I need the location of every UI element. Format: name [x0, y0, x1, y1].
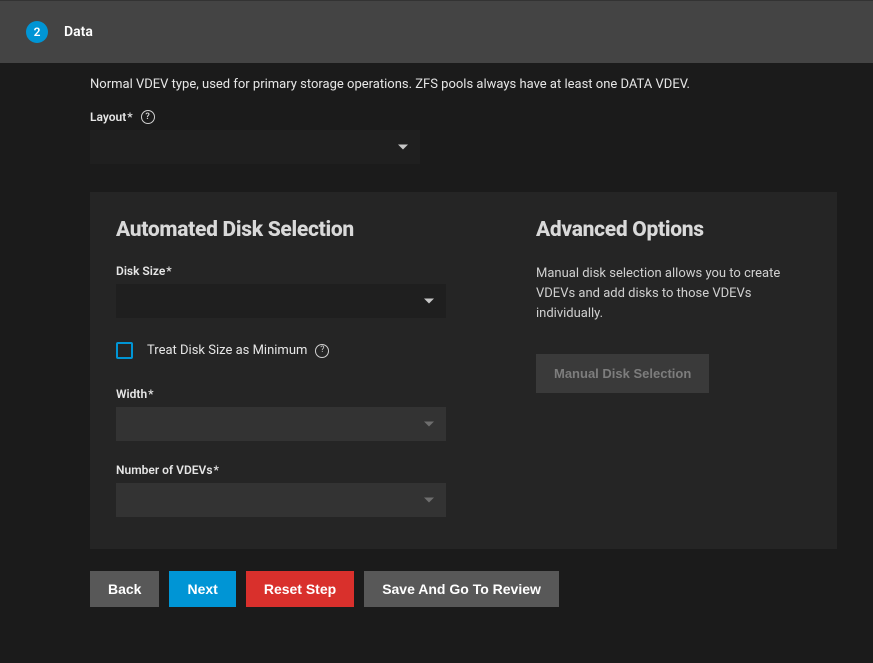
num-vdevs-select[interactable]: [116, 483, 446, 517]
treat-min-label: Treat Disk Size as Minimum ?: [147, 343, 329, 358]
width-field: Width*: [116, 387, 476, 441]
save-and-review-button[interactable]: Save And Go To Review: [364, 571, 559, 607]
help-icon[interactable]: ?: [141, 110, 155, 124]
layout-field: Layout* ?: [90, 110, 837, 164]
treat-min-checkbox[interactable]: [116, 342, 133, 359]
disk-size-field: Disk Size*: [116, 264, 476, 318]
advanced-column: Advanced Options Manual disk selection a…: [536, 218, 811, 517]
num-vdevs-label: Number of VDEVs*: [116, 463, 476, 477]
treat-min-row: Treat Disk Size as Minimum ?: [116, 342, 476, 359]
next-button[interactable]: Next: [169, 571, 235, 607]
step-header: 2 Data: [0, 0, 873, 63]
back-button[interactable]: Back: [90, 571, 159, 607]
num-vdevs-field: Number of VDEVs*: [116, 463, 476, 517]
options-panel: Automated Disk Selection Disk Size* Trea…: [90, 192, 837, 549]
button-bar: Back Next Reset Step Save And Go To Revi…: [90, 571, 837, 607]
content-area: Normal VDEV type, used for primary stora…: [0, 77, 873, 607]
layout-label: Layout* ?: [90, 110, 837, 124]
width-label: Width*: [116, 387, 476, 401]
step-title: Data: [64, 24, 93, 40]
automated-title: Automated Disk Selection: [116, 218, 476, 242]
step-number-badge: 2: [26, 21, 48, 43]
manual-disk-selection-button[interactable]: Manual Disk Selection: [536, 354, 709, 393]
advanced-description: Manual disk selection allows you to crea…: [536, 264, 811, 324]
chevron-down-icon: [424, 498, 434, 503]
width-select[interactable]: [116, 407, 446, 441]
chevron-down-icon: [424, 299, 434, 304]
reset-step-button[interactable]: Reset Step: [246, 571, 354, 607]
disk-size-label: Disk Size*: [116, 264, 476, 278]
layout-select[interactable]: [90, 130, 420, 164]
chevron-down-icon: [424, 422, 434, 427]
vdev-description: Normal VDEV type, used for primary stora…: [90, 77, 837, 92]
help-icon[interactable]: ?: [315, 344, 329, 358]
advanced-title: Advanced Options: [536, 218, 811, 242]
disk-size-select[interactable]: [116, 284, 446, 318]
automated-column: Automated Disk Selection Disk Size* Trea…: [116, 218, 476, 517]
chevron-down-icon: [398, 145, 408, 150]
